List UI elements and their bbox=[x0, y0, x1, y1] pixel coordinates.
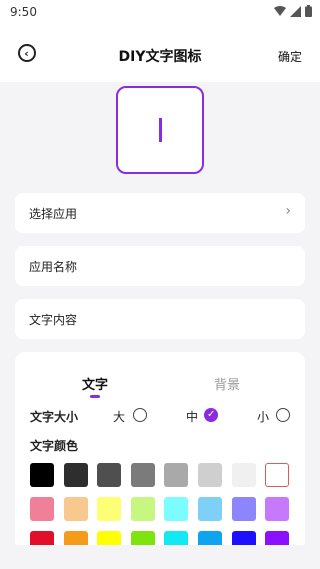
color-swatch[interactable] bbox=[130, 463, 155, 487]
size-option-small-label: 小 bbox=[257, 410, 270, 424]
text-cursor bbox=[158, 118, 162, 142]
page-title: DIY文字图标 bbox=[118, 49, 202, 65]
chevron-right-icon: › bbox=[285, 203, 291, 219]
wifi-icon bbox=[274, 5, 286, 16]
app-header: ‹ DIY文字图标 确定 bbox=[0, 24, 320, 82]
battery-icon bbox=[305, 5, 312, 17]
app-name-placeholder: 应用名称 bbox=[29, 260, 78, 274]
icon-preview bbox=[116, 86, 204, 174]
select-app-label: 选择应用 bbox=[29, 207, 78, 221]
color-swatch[interactable] bbox=[30, 463, 54, 487]
icon-preview-area bbox=[0, 82, 320, 192]
text-size-label: 文字大小 bbox=[30, 410, 79, 424]
status-bar: 9:50 bbox=[0, 0, 320, 24]
app-name-field[interactable]: 应用名称 bbox=[15, 246, 305, 286]
confirm-button[interactable]: 确定 bbox=[278, 48, 302, 65]
size-option-medium-label: 中 bbox=[186, 410, 199, 424]
color-swatch[interactable] bbox=[130, 497, 155, 521]
color-swatch[interactable] bbox=[265, 497, 290, 521]
color-swatch[interactable] bbox=[63, 463, 88, 487]
tab-background[interactable]: 背景 bbox=[214, 374, 240, 393]
color-swatch[interactable] bbox=[265, 463, 290, 487]
color-swatch[interactable] bbox=[97, 497, 122, 521]
size-option-medium-radio[interactable] bbox=[204, 408, 218, 422]
color-swatch[interactable] bbox=[164, 497, 189, 521]
style-panel: 文字 背景 文字大小 大 中 小 文字颜色 bbox=[15, 352, 305, 552]
size-option-large-label: 大 bbox=[113, 410, 126, 424]
color-swatch[interactable] bbox=[63, 497, 88, 521]
status-icons bbox=[274, 5, 312, 17]
color-swatch[interactable] bbox=[231, 497, 256, 521]
color-swatch[interactable] bbox=[97, 463, 122, 487]
size-option-small-radio[interactable] bbox=[276, 408, 290, 422]
text-color-label: 文字颜色 bbox=[30, 439, 79, 453]
color-swatch[interactable] bbox=[231, 463, 256, 487]
text-content-field[interactable]: 文字内容 bbox=[15, 299, 305, 339]
tab-text[interactable]: 文字 bbox=[82, 374, 108, 393]
status-time: 9:50 bbox=[10, 5, 37, 19]
color-swatch[interactable] bbox=[30, 497, 54, 521]
bottom-area bbox=[0, 545, 320, 569]
text-content-placeholder: 文字内容 bbox=[29, 313, 78, 327]
color-swatch[interactable] bbox=[198, 463, 222, 487]
select-app-row[interactable]: 选择应用 › bbox=[15, 193, 305, 233]
color-swatch[interactable] bbox=[164, 463, 189, 487]
tab-active-indicator bbox=[90, 395, 100, 398]
signal-icon bbox=[290, 5, 301, 17]
color-swatch[interactable] bbox=[198, 497, 222, 521]
size-option-large-radio[interactable] bbox=[133, 408, 147, 422]
